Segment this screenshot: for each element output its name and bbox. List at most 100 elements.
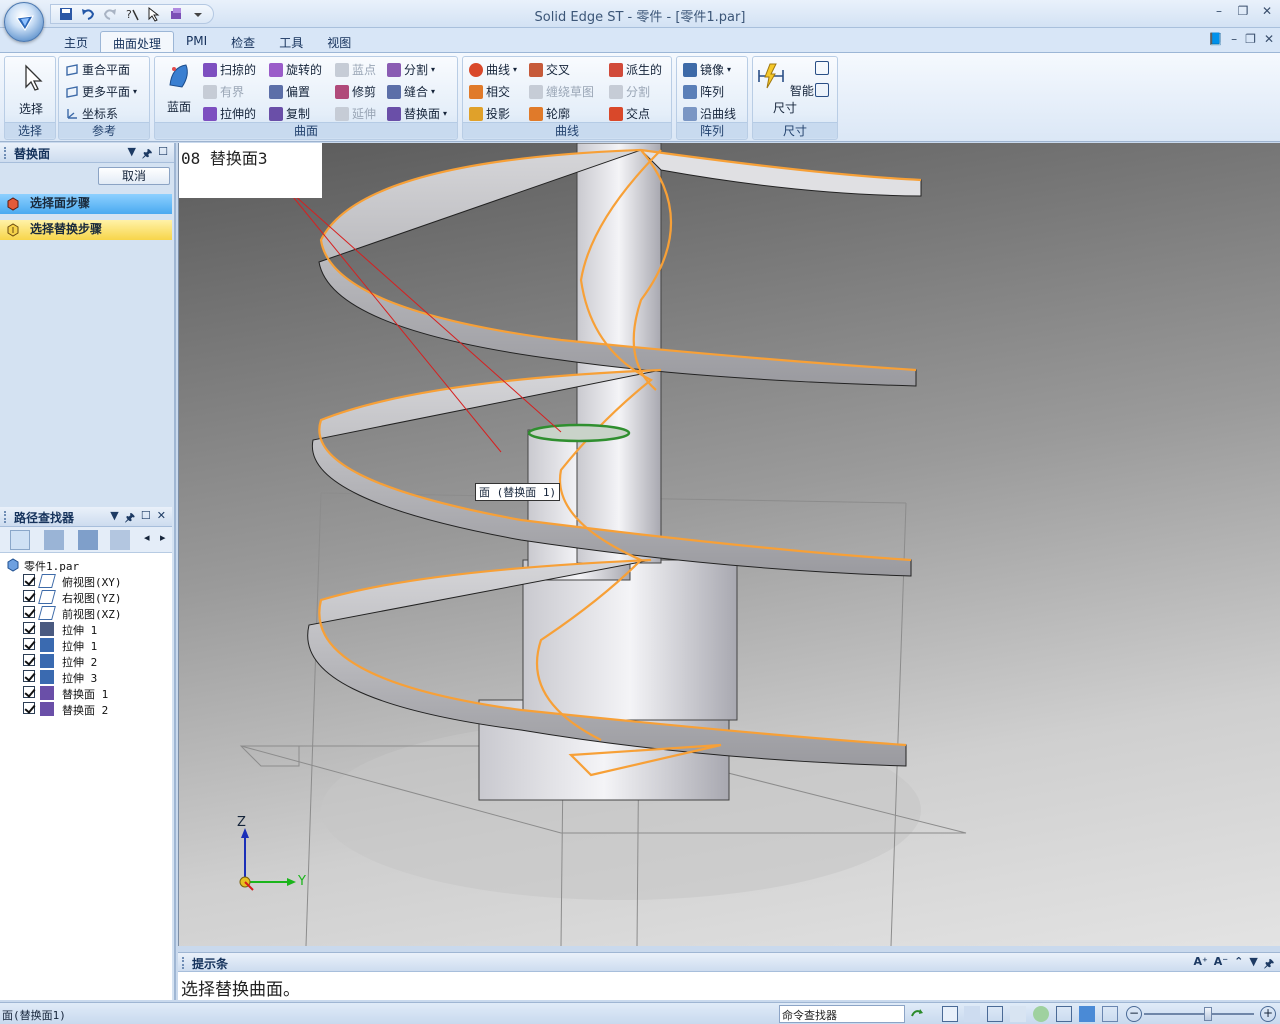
fit-icon[interactable] bbox=[987, 1006, 1003, 1022]
more-planes-button[interactable]: 更多平面 ▾ bbox=[65, 83, 137, 100]
coordinate-system-button[interactable]: 坐标系 bbox=[65, 105, 118, 122]
doc-minimize-button[interactable]: – bbox=[1231, 32, 1237, 46]
scroll-left-icon[interactable]: ◂ bbox=[144, 531, 150, 544]
trim-button[interactable]: 修剪 bbox=[335, 83, 376, 100]
tab-surfacing[interactable]: 曲面处理 bbox=[100, 31, 175, 52]
collapse-button[interactable]: ⌃ bbox=[1234, 955, 1243, 974]
distance-between-button[interactable] bbox=[815, 61, 829, 75]
view-orientation-icon[interactable] bbox=[1079, 1006, 1095, 1022]
curve-button[interactable]: 曲线 ▾ bbox=[469, 61, 517, 78]
tree-root[interactable]: 零件1.par bbox=[0, 557, 172, 573]
layers-icon[interactable] bbox=[110, 530, 130, 550]
coincident-plane-button[interactable]: 重合平面 bbox=[65, 61, 130, 78]
intersection-point-button[interactable]: 交点 bbox=[609, 105, 650, 122]
coordinate-system-icon bbox=[67, 108, 77, 119]
zoom-out-icon[interactable]: − bbox=[1126, 1006, 1142, 1022]
font-larger-button[interactable]: A⁺ bbox=[1193, 955, 1207, 974]
go-icon[interactable] bbox=[909, 1006, 925, 1022]
extruded-button[interactable]: 拉伸的 bbox=[203, 105, 256, 122]
visibility-checkbox[interactable] bbox=[23, 702, 35, 714]
cross-button[interactable]: 交叉 bbox=[529, 61, 570, 78]
visibility-checkbox[interactable] bbox=[23, 606, 35, 618]
sketch-view-icon[interactable] bbox=[1056, 1006, 1072, 1022]
visibility-checkbox[interactable] bbox=[23, 670, 35, 682]
doc-close-button[interactable]: ✕ bbox=[1264, 32, 1274, 46]
smart-dimension-button[interactable]: 智能尺寸 bbox=[755, 61, 815, 116]
float-icon[interactable]: ☐ bbox=[141, 509, 151, 528]
tree-item[interactable]: 替换面 2 bbox=[0, 701, 172, 717]
visibility-checkbox[interactable] bbox=[23, 638, 35, 650]
extruded-icon bbox=[203, 106, 217, 121]
cancel-button[interactable]: 取消 bbox=[98, 167, 170, 185]
scroll-right-icon[interactable]: ▸ bbox=[160, 531, 166, 544]
select-button[interactable]: 选择 bbox=[11, 63, 51, 117]
pin-icon[interactable]: 🖈 bbox=[125, 509, 135, 528]
visibility-checkbox[interactable] bbox=[23, 686, 35, 698]
help-book-icon[interactable]: 📘 bbox=[1208, 32, 1223, 46]
tab-home[interactable]: 主页 bbox=[52, 31, 100, 52]
intersect-button[interactable]: 相交 bbox=[469, 83, 510, 100]
close-button[interactable]: ✕ bbox=[1260, 4, 1274, 18]
offset-button[interactable]: 偏置 bbox=[269, 83, 310, 100]
structure-view-icon[interactable] bbox=[78, 530, 98, 550]
angle-between-button[interactable] bbox=[815, 83, 829, 97]
project-button[interactable]: 投影 bbox=[469, 105, 510, 122]
doc-restore-button[interactable]: ❐ bbox=[1245, 32, 1256, 46]
tab-view[interactable]: 视图 bbox=[315, 31, 363, 52]
contour-button[interactable]: 轮廓 bbox=[529, 105, 570, 122]
along-curve-button[interactable]: 沿曲线 bbox=[683, 105, 736, 122]
tree-item[interactable]: 拉伸 1 bbox=[0, 637, 172, 653]
zoom-in-icon[interactable]: + bbox=[1260, 1006, 1276, 1022]
pane-options-button[interactable]: ▼ bbox=[1249, 955, 1257, 974]
tree-item[interactable]: 俯视图(XY) bbox=[0, 573, 172, 589]
pin-icon[interactable]: 🖈 bbox=[1264, 955, 1274, 974]
zoom-slider-thumb[interactable] bbox=[1204, 1007, 1212, 1021]
pin-icon[interactable]: 🖈 bbox=[142, 145, 152, 164]
float-icon[interactable]: ☐ bbox=[158, 145, 168, 164]
tab-pmi[interactable]: PMI bbox=[174, 31, 219, 52]
split-button[interactable]: 分割 ▾ bbox=[387, 61, 435, 78]
rotate-icon[interactable] bbox=[1033, 1006, 1049, 1022]
visibility-checkbox[interactable] bbox=[23, 654, 35, 666]
graphics-window[interactable]: 08 替换面3 面 (替换面 1) Z Y bbox=[178, 143, 1280, 946]
swept-button[interactable]: 扫掠的 bbox=[203, 61, 256, 78]
copy-button[interactable]: 复制 bbox=[269, 105, 310, 122]
tree-item[interactable]: 右视图(YZ) bbox=[0, 589, 172, 605]
tree-item[interactable]: 替换面 1 bbox=[0, 685, 172, 701]
revolved-button[interactable]: 旋转的 bbox=[269, 61, 322, 78]
application-button[interactable] bbox=[4, 2, 44, 42]
command-finder-input[interactable]: 命令查找器 bbox=[779, 1005, 905, 1023]
tree-item[interactable]: 拉伸 3 bbox=[0, 669, 172, 685]
mirror-button[interactable]: 镜像 ▾ bbox=[683, 61, 731, 78]
tree-item[interactable]: 拉伸 2 bbox=[0, 653, 172, 669]
font-smaller-button[interactable]: A⁻ bbox=[1214, 955, 1228, 974]
visibility-checkbox[interactable] bbox=[23, 622, 35, 634]
stitch-button[interactable]: 缝合 ▾ bbox=[387, 83, 435, 100]
render-mode-icon[interactable] bbox=[1102, 1006, 1118, 1022]
maximize-button[interactable]: ❐ bbox=[1236, 4, 1250, 18]
zoom-area-icon[interactable] bbox=[942, 1006, 958, 1022]
tree-item[interactable]: 前视图(XZ) bbox=[0, 605, 172, 621]
replace-face-button[interactable]: 替换面 ▾ bbox=[387, 105, 447, 122]
window-controls: – ❐ ✕ bbox=[1212, 4, 1274, 18]
select-face-step[interactable]: 选择面步骤 bbox=[0, 194, 172, 214]
pane-options-button[interactable]: ▼ bbox=[110, 509, 118, 528]
visibility-checkbox[interactable] bbox=[23, 574, 35, 586]
pattern-button[interactable]: 阵列 bbox=[683, 83, 724, 100]
tab-tools[interactable]: 工具 bbox=[267, 31, 315, 52]
zoom-slider-track[interactable] bbox=[1144, 1013, 1254, 1015]
minimize-button[interactable]: – bbox=[1212, 4, 1226, 18]
close-icon[interactable]: ✕ bbox=[157, 509, 166, 528]
pan-icon[interactable] bbox=[1010, 1006, 1026, 1022]
tree-item[interactable]: 拉伸 1 bbox=[0, 621, 172, 637]
document-controls: 📘 – ❐ ✕ bbox=[1208, 32, 1274, 46]
pane-options-button[interactable]: ▼ bbox=[127, 145, 135, 164]
feature-tree-icon[interactable] bbox=[10, 530, 30, 550]
derived-button[interactable]: 派生的 bbox=[609, 61, 662, 78]
tab-inspect[interactable]: 检查 bbox=[219, 31, 267, 52]
bluesurf-button[interactable]: 蓝面 bbox=[159, 61, 199, 115]
zoom-icon[interactable] bbox=[964, 1006, 980, 1022]
select-replacement-step[interactable]: 选择替换步骤 bbox=[0, 220, 172, 240]
feature-list-icon[interactable] bbox=[44, 530, 64, 550]
visibility-checkbox[interactable] bbox=[23, 590, 35, 602]
